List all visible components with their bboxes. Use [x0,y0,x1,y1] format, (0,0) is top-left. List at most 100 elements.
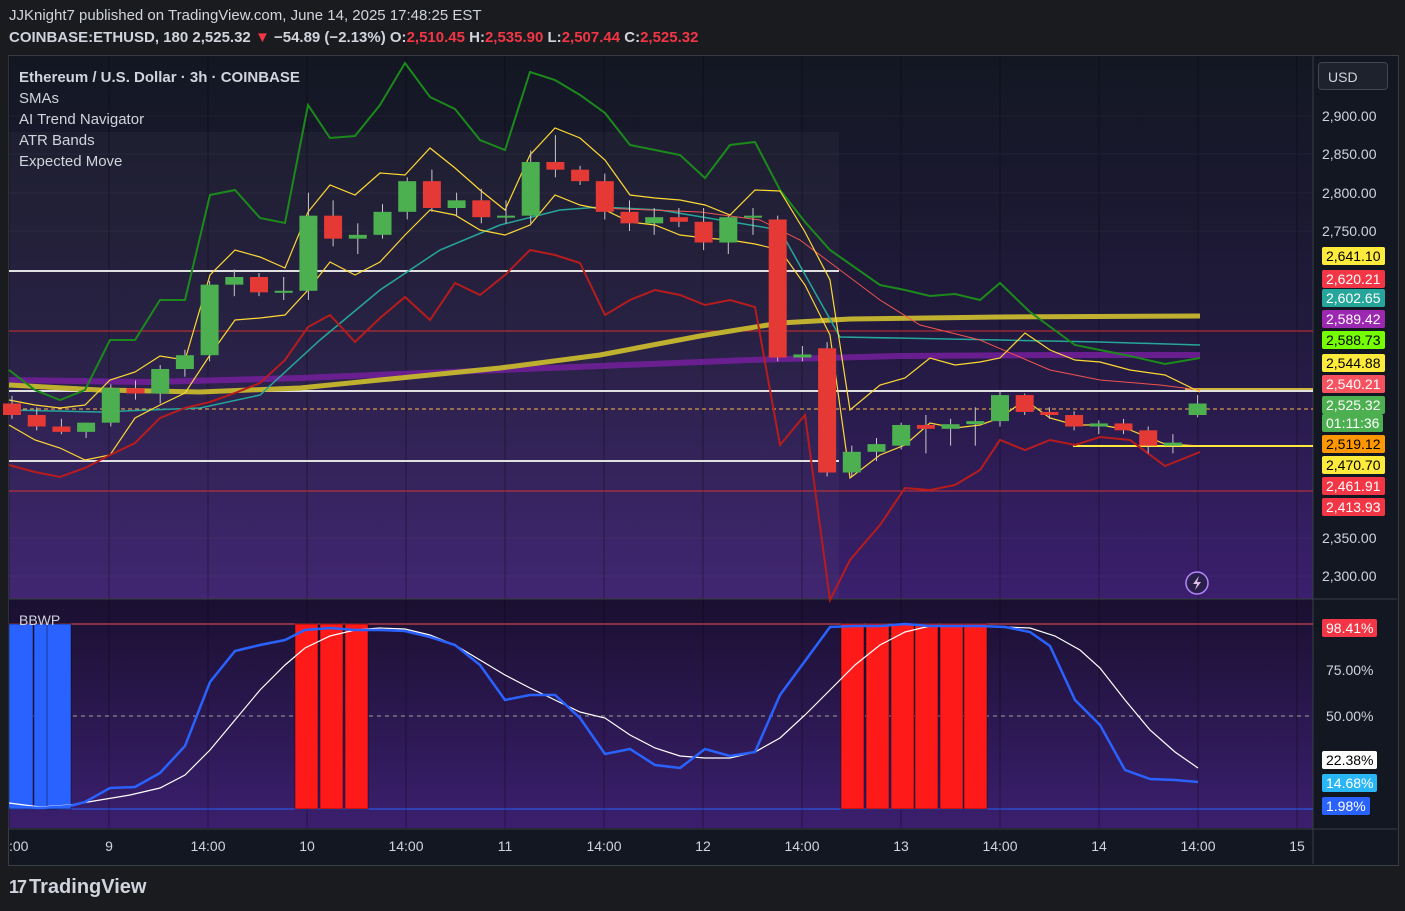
indicator-tag: 1.98% [1322,797,1370,815]
price-axis-label: 2,800.00 [1322,185,1377,201]
brand-name: TradingView [29,876,147,898]
candle-up [842,451,861,473]
time-axis-label: 13 [893,838,909,854]
price-axis-label: 2,850.00 [1322,146,1377,162]
price-axis-label: 2,900.00 [1322,108,1377,124]
time-axis-label: 9 [105,838,113,854]
indicator-name[interactable]: BBWP [19,612,60,628]
candle-down [916,424,935,429]
price-tag: 2,519.12 [1322,435,1385,453]
legend-item-smas[interactable]: SMAs [19,88,300,109]
candle-up [447,200,466,208]
candle-down [324,215,343,239]
time-axis-label: 10 [299,838,315,854]
indicator-tag: 22.38% [1322,751,1378,769]
indicator-tag: 98.41% [1322,619,1378,637]
bbwp-bar [319,623,344,810]
candle-up [1089,423,1108,427]
candle-down [472,200,491,218]
bbwp-bar [939,623,964,810]
price-axis-label: 2,300.00 [1322,568,1377,584]
bbwp-bar [46,623,72,810]
candle-down [818,348,837,473]
price-tag: 2,525.32 [1322,396,1385,414]
candle-down [27,415,46,427]
candle-up [398,181,417,212]
bbwp-bar [840,623,865,810]
time-axis-label: 14:00 [784,838,819,854]
price-tag: 01:11:36 [1322,414,1384,432]
indicator-pane-bg [9,600,1313,828]
candle-up [373,211,392,235]
price-axis-label: 2,350.00 [1322,530,1377,546]
bbwp-bar [344,623,369,810]
price-tag: 2,544.88 [1322,354,1385,372]
candle-up [151,369,170,394]
brand-logo[interactable]: 17 TradingView [9,876,146,899]
price-tag: 2,589.42 [1322,310,1385,328]
candle-up [1188,403,1207,415]
lightning-icon [1185,571,1209,595]
candle-up [966,421,985,425]
candle-up [348,234,367,239]
time-axis-label: 14:00 [586,838,621,854]
indicator-axis-label: 75.00% [1326,662,1373,678]
candle-down [595,181,614,212]
candle-up [77,422,96,432]
price-tag: 2,588.73 [1322,331,1385,349]
candle-up [991,395,1009,422]
price-tag: 2,641.10 [1322,247,1385,265]
candle-up [299,215,318,291]
time-axis-label: 14 [1091,838,1107,854]
price-tag: 2,620.21 [1322,270,1385,288]
candle-down [1040,411,1059,415]
candle-down [1065,415,1084,427]
legend-item-ai-trend[interactable]: AI Trend Navigator [19,109,300,130]
indicator-axis-label: 50.00% [1326,708,1373,724]
bbwp-bar [294,623,319,810]
candle-down [1015,395,1034,412]
candle-down [126,388,145,394]
candle-down [546,162,565,170]
price-tag: 2,602.65 [1322,289,1385,307]
candle-down [571,169,590,182]
candle-up [645,217,664,224]
indicator-tag: 14.68% [1322,774,1378,792]
candle-up [719,217,738,243]
bbwp-bar [8,623,34,810]
legend-item-expected-move[interactable]: Expected Move [19,151,300,172]
candle-up [521,162,540,216]
candle-up [941,424,960,429]
bbwp-bar [963,623,988,810]
candle-up [867,444,886,452]
candle-up [744,215,762,218]
legend-title[interactable]: Ethereum / U.S. Dollar · 3h · COINBASE [19,67,300,88]
time-axis-label: 14:00 [982,838,1017,854]
candle-down [3,403,21,415]
candle-up [200,284,219,356]
price-tag: 2,470.70 [1322,456,1385,474]
candle-down [1114,423,1133,431]
time-axis-label: 15 [1289,838,1305,854]
candle-down [52,426,71,432]
candle-up [497,215,515,218]
price-tag: 2,461.91 [1322,477,1385,495]
chart-legend: Ethereum / U.S. Dollar · 3h · COINBASE S… [19,67,300,172]
candle-down [422,181,441,208]
candle-down [669,217,688,222]
time-axis-label: 14:00 [388,838,423,854]
currency-button[interactable]: USD [1318,62,1388,90]
bbwp-bar [890,623,915,810]
time-axis-label: 12 [695,838,711,854]
time-axis-label: 14:00 [1180,838,1215,854]
candle-down [250,277,268,293]
candle-up [892,424,911,446]
candle-down [1139,430,1158,446]
candle-down [694,221,713,243]
price-axis-label: 2,750.00 [1322,223,1377,239]
price-tag: 2,413.93 [1322,498,1385,516]
candle-up [101,388,120,423]
legend-item-atr-bands[interactable]: ATR Bands [19,130,300,151]
candle-up [274,290,293,293]
candle-down [620,211,639,224]
